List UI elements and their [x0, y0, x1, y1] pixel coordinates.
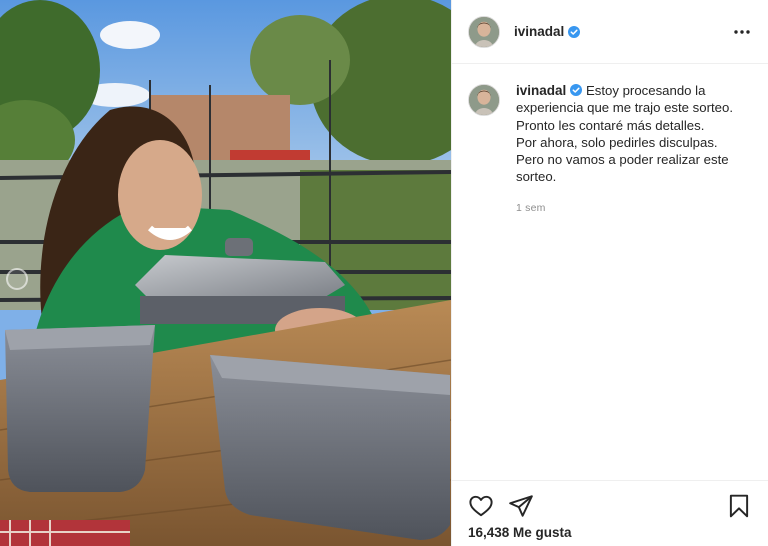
carousel-indicator [6, 268, 28, 290]
bookmark-icon [729, 494, 749, 518]
post-photo-illustration [0, 0, 451, 546]
caption-row: ivinadal Estoy procesando la experiencia… [468, 82, 752, 217]
comments-section: ivinadal Estoy procesando la experiencia… [452, 64, 768, 480]
likes-count[interactable]: 16,438 Me gusta [468, 525, 752, 540]
instagram-post: ivinadal ivinadal Estoy procesando la ex… [0, 0, 768, 546]
like-button[interactable] [468, 493, 494, 519]
share-button[interactable] [508, 493, 534, 519]
caption-body: ivinadal Estoy procesando la experiencia… [516, 82, 752, 217]
caption-text: Estoy procesando la experiencia que me t… [516, 83, 733, 185]
post-photo[interactable] [0, 0, 451, 546]
caption-avatar[interactable] [468, 84, 500, 116]
post-timestamp[interactable]: 1 sem [516, 200, 752, 217]
more-options-button[interactable] [730, 20, 754, 44]
caption-avatar-image [469, 85, 499, 115]
save-button[interactable] [726, 493, 752, 519]
post-side-panel: ivinadal ivinadal Estoy procesando la ex… [451, 0, 768, 546]
more-options-icon [734, 29, 750, 34]
post-author-username[interactable]: ivinadal [514, 24, 564, 39]
post-header: ivinadal [452, 0, 768, 64]
caption-username[interactable]: ivinadal [516, 83, 566, 98]
action-icons [468, 481, 752, 525]
avatar-image [469, 16, 499, 47]
paper-plane-icon [509, 495, 533, 517]
verified-badge-icon [568, 25, 581, 38]
actions-bar: 16,438 Me gusta [452, 480, 768, 546]
caption-verified-badge-icon [570, 84, 583, 96]
heart-icon [469, 495, 493, 517]
avatar[interactable] [468, 15, 500, 48]
